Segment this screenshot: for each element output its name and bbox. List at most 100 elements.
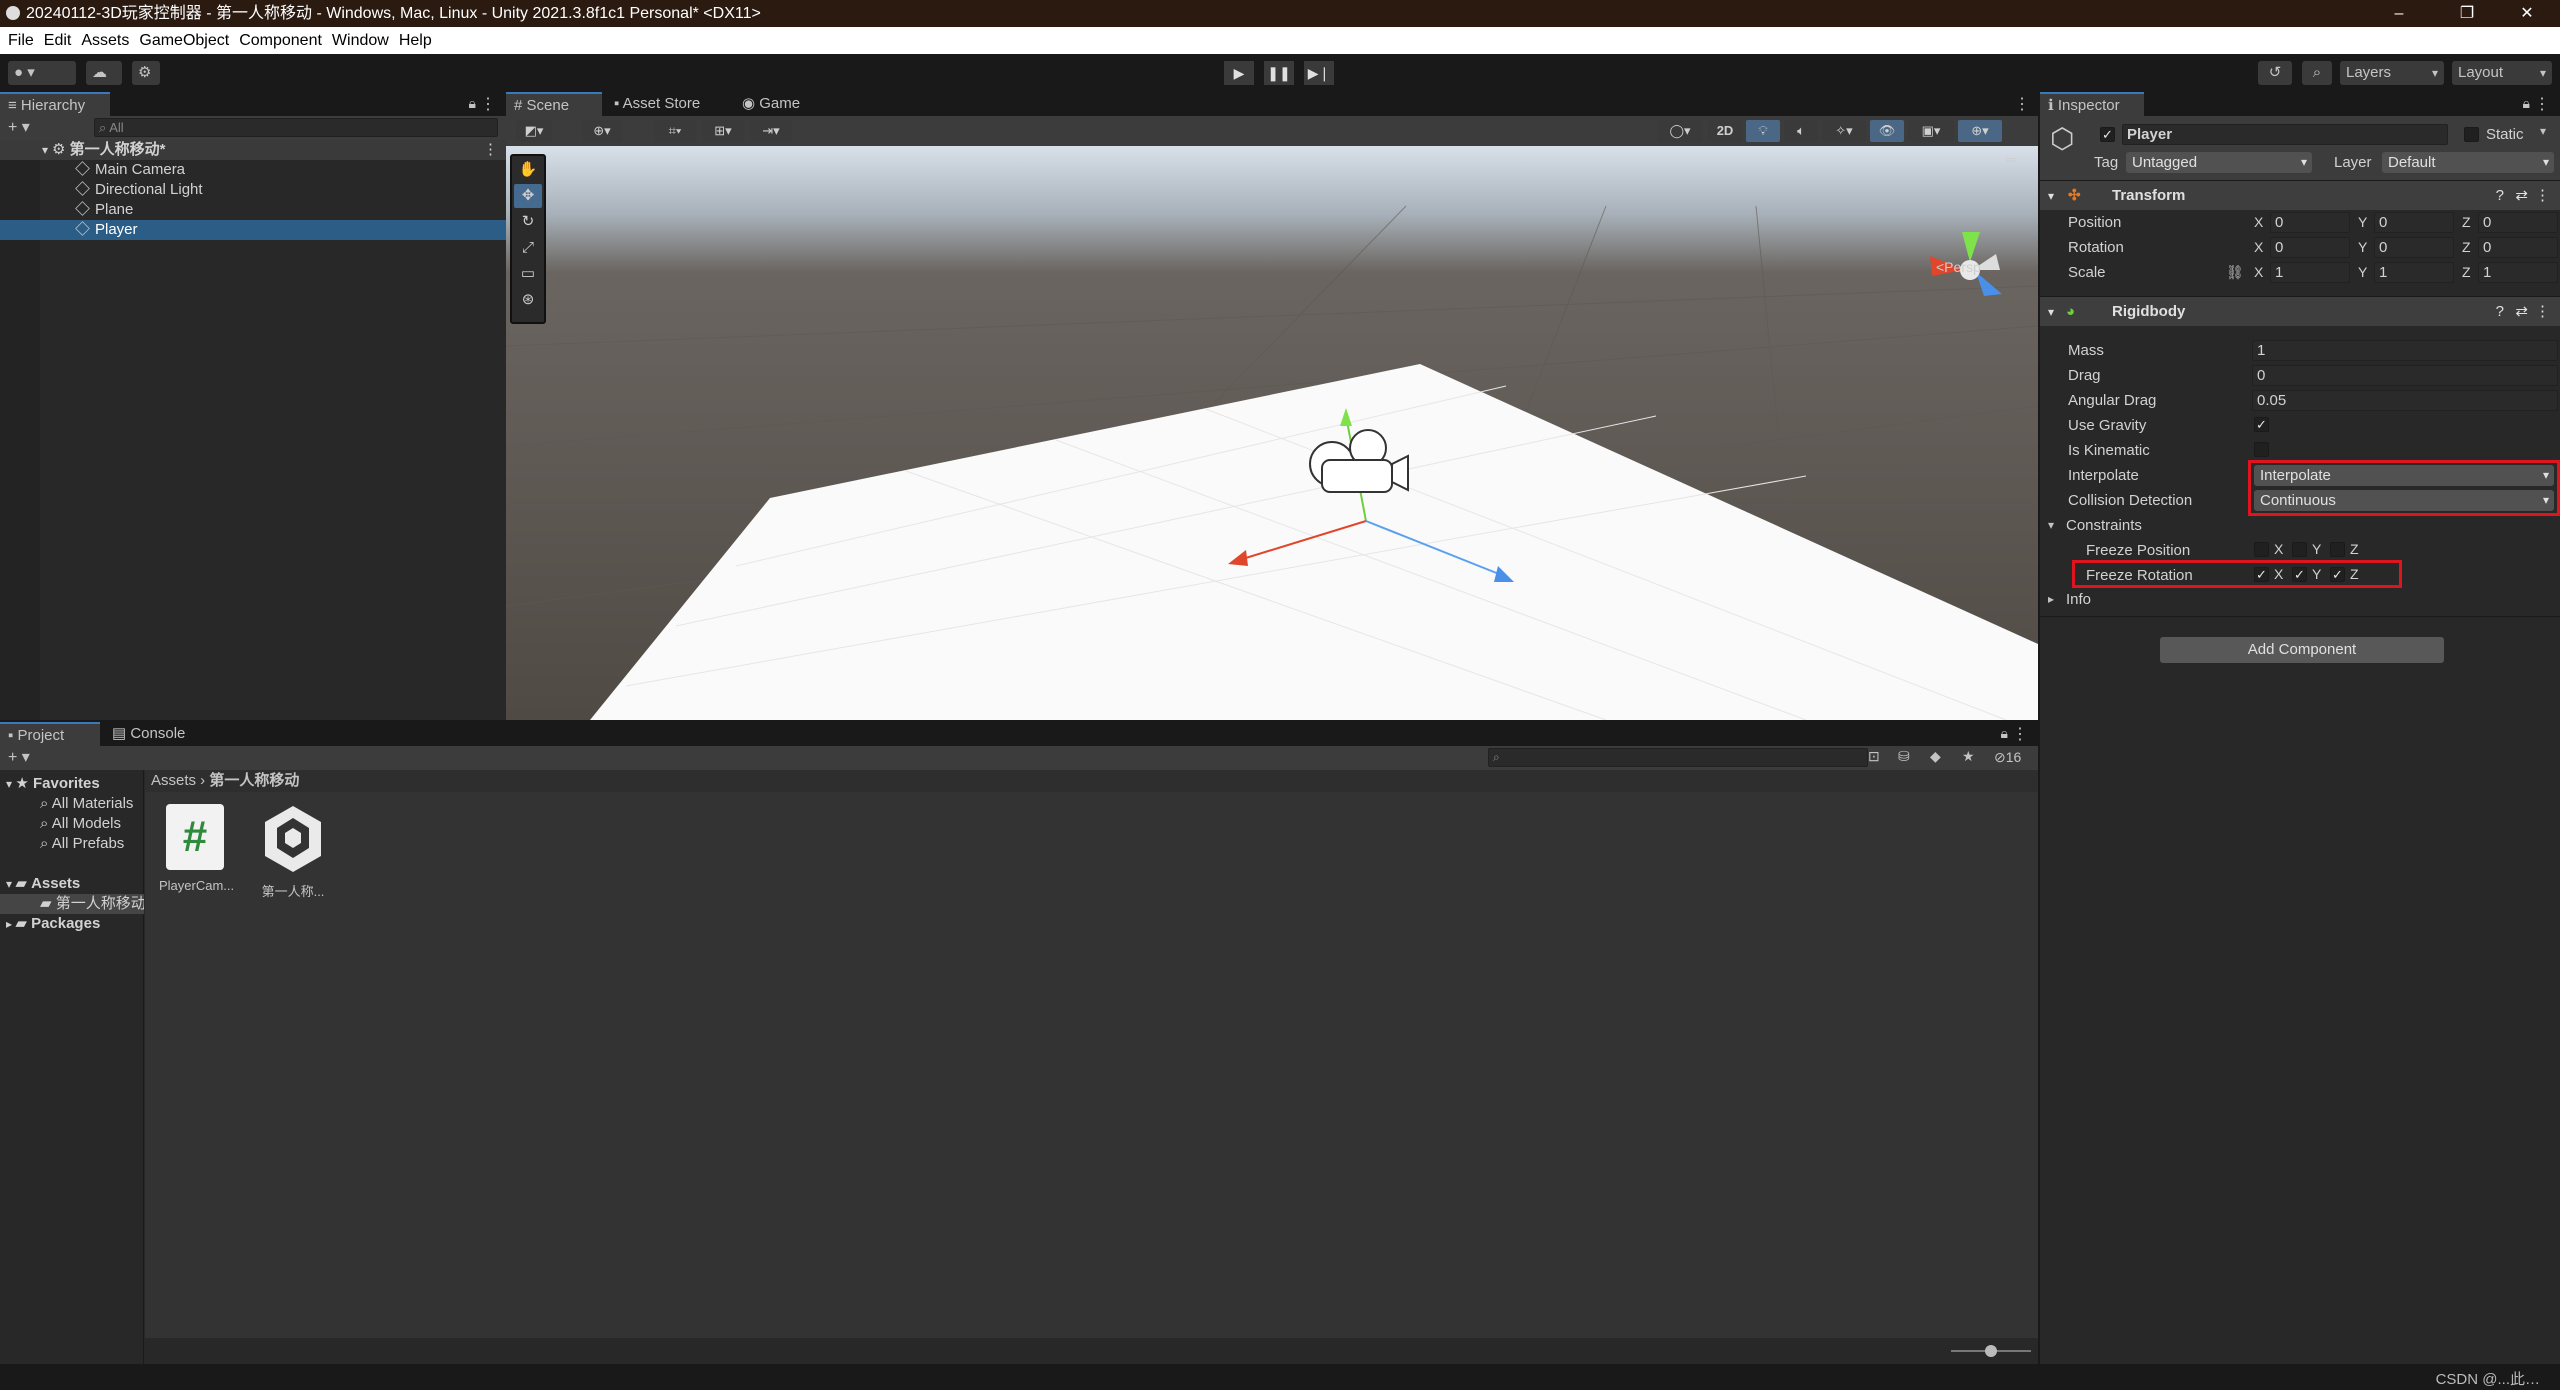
tab-game[interactable]: ◉ Game xyxy=(734,92,824,116)
constrain-proportions-icon[interactable]: ⛓ xyxy=(2226,264,2244,281)
maximize-button[interactable]: ❐ xyxy=(2444,0,2490,27)
audio-toggle-icon[interactable]: 🔈︎ xyxy=(1784,120,1818,142)
scene-row[interactable]: ▾ ⚙ 第一人称移动* ⋮ xyxy=(0,140,506,160)
rect-tool-icon[interactable]: ▭ xyxy=(514,262,542,286)
menu-help[interactable]: Help xyxy=(394,27,437,54)
more-options-icon[interactable]: ⋮ xyxy=(2535,181,2550,211)
play-button[interactable]: ▶ xyxy=(1224,61,1254,85)
transform-z-field[interactable]: 1 xyxy=(2478,262,2558,283)
lock-icon[interactable]: 🔒︎ xyxy=(469,95,476,112)
active-checkbox[interactable]: ✓ xyxy=(2100,127,2115,142)
create-button[interactable]: + ▾ xyxy=(8,746,30,770)
menu-component[interactable]: Component xyxy=(234,27,327,54)
tab-hierarchy[interactable]: ≡ Hierarchy xyxy=(0,92,110,116)
collab-button[interactable]: ⚙ xyxy=(132,61,160,85)
collision-detection-dropdown[interactable]: Continuous xyxy=(2254,490,2554,511)
angular-drag-field[interactable]: 0.05 xyxy=(2252,390,2558,411)
draw-mode-button[interactable]: ◩▾ xyxy=(516,120,552,142)
is-kinematic-checkbox[interactable] xyxy=(2254,442,2269,457)
breadcrumb-folder[interactable]: 第一人称移动 xyxy=(209,772,299,789)
scene-viewport[interactable]: <Persp ═ xyxy=(506,146,2038,720)
pause-button[interactable]: ❚❚ xyxy=(1264,61,1294,85)
more-options-icon[interactable]: ⋮ xyxy=(2535,297,2550,327)
create-button[interactable]: + ▾ xyxy=(8,116,30,140)
filter-icon[interactable]: ⛁ xyxy=(1898,748,1910,765)
breadcrumb-assets[interactable]: Assets xyxy=(151,772,196,789)
more-options-icon[interactable]: ⋮ xyxy=(2534,94,2550,114)
step-button[interactable]: ▶❘ xyxy=(1304,61,1334,85)
toggle-2d-button[interactable]: 2D xyxy=(1708,120,1742,142)
transform-x-field[interactable]: 1 xyxy=(2270,262,2350,283)
favorites-node[interactable]: ▾ ★ Favorites xyxy=(6,774,100,794)
close-button[interactable]: ✕ xyxy=(2504,0,2550,27)
transform-y-field[interactable]: 0 xyxy=(2374,237,2454,258)
transform-y-field[interactable]: 1 xyxy=(2374,262,2454,283)
transform-z-field[interactable]: 0 xyxy=(2478,212,2558,233)
assets-node[interactable]: ▾ ▰ Assets xyxy=(6,874,80,894)
tab-scene[interactable]: # Scene xyxy=(506,92,602,116)
menu-assets[interactable]: Assets xyxy=(76,27,134,54)
tag-dropdown[interactable]: Untagged xyxy=(2126,152,2312,173)
script-asset[interactable]: # PlayerCam... xyxy=(159,804,234,893)
search-by-type-icon[interactable]: ⊡ xyxy=(1868,748,1880,765)
freeze-position-checkbox[interactable] xyxy=(2254,542,2269,557)
camera-settings-icon[interactable]: ▣▾ xyxy=(1908,120,1954,142)
hierarchy-item[interactable]: Plane xyxy=(0,200,506,220)
hierarchy-item[interactable]: Directional Light xyxy=(0,180,506,200)
rotate-tool-icon[interactable]: ↻ xyxy=(514,210,542,234)
layout-dropdown[interactable]: Layout ▾ xyxy=(2452,61,2552,85)
hierarchy-item[interactable]: Main Camera xyxy=(0,160,506,180)
zoom-slider-handle[interactable] xyxy=(1985,1345,1997,1357)
help-icon[interactable]: ? xyxy=(2496,297,2504,327)
snap-grid-icon[interactable]: ⌗▾ xyxy=(654,120,696,142)
cloud-button[interactable]: ☁ xyxy=(86,61,122,85)
scale-tool-icon[interactable]: ⤢ xyxy=(514,236,542,260)
chevron-down-icon[interactable]: ▾ xyxy=(2540,124,2546,138)
shading-mode-icon[interactable]: ◯▾ xyxy=(1658,120,1702,142)
project-search-input[interactable]: ⌕ xyxy=(1488,748,1868,767)
gizmos-toggle-icon[interactable]: ⊕▾ xyxy=(1958,120,2002,142)
drag-field[interactable]: 0 xyxy=(2252,365,2558,386)
more-options-icon[interactable]: ⋮ xyxy=(480,94,496,114)
lighting-toggle-icon[interactable]: 💡︎ xyxy=(1746,120,1780,142)
more-options-icon[interactable]: ⋮ xyxy=(483,140,498,160)
account-button[interactable]: ● ▾ xyxy=(8,61,76,85)
more-options-icon[interactable]: ⋮ xyxy=(2014,94,2030,114)
freeze-rotation-checkbox[interactable]: ✓ xyxy=(2292,567,2307,582)
transform-header[interactable]: ▾ ✣ Transform ? ⇄ ⋮ xyxy=(2040,180,2560,210)
layers-dropdown[interactable]: Layers ▾ xyxy=(2340,61,2444,85)
persp-label[interactable]: <Persp xyxy=(1936,259,1981,275)
interpolate-dropdown[interactable]: Interpolate xyxy=(2254,465,2554,486)
transform-x-field[interactable]: 0 xyxy=(2270,212,2350,233)
preset-icon[interactable]: ⇄ xyxy=(2515,181,2528,211)
layer-dropdown[interactable]: Default xyxy=(2382,152,2554,173)
minimize-button[interactable]: – xyxy=(2376,0,2422,27)
transform-tool-icon[interactable]: ⊛ xyxy=(514,288,542,312)
freeze-position-checkbox[interactable] xyxy=(2292,542,2307,557)
favorite-item[interactable]: ⌕ All Prefabs xyxy=(40,834,124,854)
history-button[interactable]: ↺ xyxy=(2258,61,2292,85)
use-gravity-checkbox[interactable]: ✓ xyxy=(2254,417,2269,432)
menu-file[interactable]: File xyxy=(0,27,39,54)
help-icon[interactable]: ? xyxy=(2496,181,2504,211)
tab-asset-store[interactable]: ▪ Asset Store xyxy=(606,92,726,116)
transform-x-field[interactable]: 0 xyxy=(2270,237,2350,258)
effects-toggle-icon[interactable]: ✧▾ xyxy=(1822,120,1866,142)
hierarchy-item-selected[interactable]: Player xyxy=(0,220,506,240)
menu-gameobject[interactable]: GameObject xyxy=(134,27,234,54)
hand-tool-icon[interactable]: ✋ xyxy=(514,158,542,182)
lock-icon[interactable]: 🔒︎ xyxy=(2523,95,2530,112)
constraints-label[interactable]: Constraints xyxy=(2066,517,2142,534)
more-options-icon[interactable]: ⋮ xyxy=(2012,724,2028,744)
label-icon[interactable]: ◆ xyxy=(1930,748,1941,765)
favorite-item[interactable]: ⌕ All Materials xyxy=(40,794,133,814)
packages-node[interactable]: ▸ ▰ Packages xyxy=(6,914,100,934)
freeze-rotation-checkbox[interactable]: ✓ xyxy=(2254,567,2269,582)
freeze-position-checkbox[interactable] xyxy=(2330,542,2345,557)
favorite-item[interactable]: ⌕ All Models xyxy=(40,814,121,834)
hierarchy-search-input[interactable]: ⌕ All xyxy=(94,118,498,137)
star-icon[interactable]: ★ xyxy=(1962,748,1975,765)
grid-snap-icon[interactable]: ⊞▾ xyxy=(702,120,744,142)
menu-edit[interactable]: Edit xyxy=(39,27,77,54)
rigidbody-header[interactable]: ▾ ◕ Rigidbody ? ⇄ ⋮ xyxy=(2040,296,2560,326)
